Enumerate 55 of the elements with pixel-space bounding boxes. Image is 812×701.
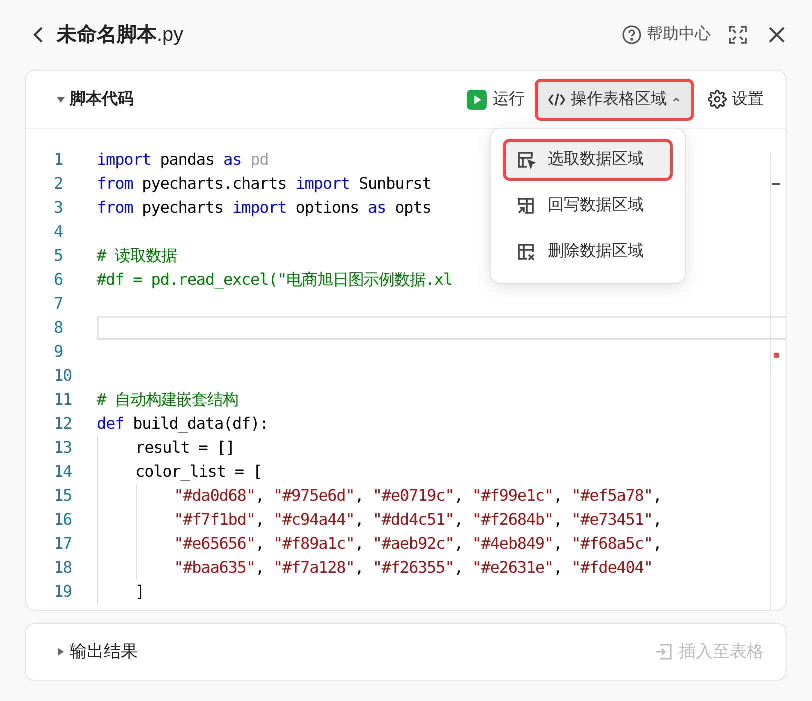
table-x-icon bbox=[516, 242, 536, 262]
line-number: 8 bbox=[53, 317, 64, 339]
code-text: def build_data(df): bbox=[97, 413, 269, 435]
settings-icon bbox=[708, 90, 727, 109]
code-text: # 自动构建嵌套结构 bbox=[97, 389, 238, 411]
table-cursor-icon bbox=[516, 150, 536, 170]
table-arrow-icon bbox=[516, 196, 536, 216]
code-text: # 读取数据 bbox=[97, 245, 177, 267]
code-text: ] bbox=[136, 581, 145, 603]
collapse-toggle[interactable]: 脚本代码 bbox=[56, 88, 134, 112]
menu-item[interactable]: 回写数据区域 bbox=[503, 185, 673, 227]
triangle-icon bbox=[56, 94, 66, 104]
line-number: 13 bbox=[53, 437, 74, 459]
window-title: 未命名脚本.py bbox=[57, 23, 184, 48]
line-number: 5 bbox=[53, 245, 64, 267]
menu-item[interactable]: 选取数据区域 bbox=[503, 139, 673, 181]
line-number: 11 bbox=[53, 389, 74, 411]
line-number: 7 bbox=[53, 293, 64, 315]
code-text: from pyecharts import options as opts bbox=[97, 197, 432, 219]
line-number: 6 bbox=[53, 269, 64, 291]
help-icon bbox=[622, 25, 642, 45]
insert-icon bbox=[655, 643, 673, 661]
line-number: 4 bbox=[53, 221, 64, 243]
line-number: 16 bbox=[53, 509, 74, 531]
code-text: color_list = [ bbox=[136, 461, 262, 483]
caret-icon bbox=[672, 95, 681, 104]
line-number: 17 bbox=[53, 533, 74, 555]
line-number: 10 bbox=[53, 365, 74, 387]
collapse-toggle[interactable]: 输出结果 bbox=[56, 639, 138, 665]
code-text: import pandas as pd bbox=[97, 149, 269, 171]
code-text: "#da0d68", "#975e6d", "#e0719c", "#f99e1c", "#ef5a78", bbox=[174, 485, 662, 507]
play-icon bbox=[467, 90, 487, 110]
line-number: 1 bbox=[53, 149, 64, 171]
code-text: from pyecharts.charts import Sunburst bbox=[97, 173, 432, 195]
fullscreen-icon[interactable] bbox=[728, 25, 748, 45]
line-number: 2 bbox=[53, 173, 64, 195]
help-link[interactable]: 帮助中心 bbox=[622, 23, 711, 47]
line-number: 19 bbox=[53, 581, 74, 603]
code-text: #df = pd.read_excel("电商旭日图示例数据.xl bbox=[97, 269, 452, 291]
code-text: "#e65656", "#f89a1c", "#aeb92c", "#4eb849", "#f68a5c", bbox=[174, 533, 662, 555]
triangle-icon bbox=[56, 647, 66, 657]
line-number: 3 bbox=[53, 197, 64, 219]
line-number: 9 bbox=[53, 341, 64, 363]
close-icon[interactable] bbox=[768, 26, 786, 44]
menu-item[interactable]: 删除数据区域 bbox=[503, 231, 673, 273]
operate-region-dropdown[interactable]: 操作表格区域 bbox=[535, 78, 694, 120]
line-number: 18 bbox=[53, 557, 74, 579]
line-number: 12 bbox=[53, 413, 74, 435]
run-button[interactable]: 运行 bbox=[467, 88, 525, 112]
settings-button[interactable]: 设置 bbox=[708, 88, 764, 112]
code-text: "#baa635", "#f7a128", "#f26355", "#e2631e", "#fde404" bbox=[174, 557, 653, 579]
line-number: 14 bbox=[53, 461, 74, 483]
code-text: "#f7f1bd", "#c94a44", "#dd4c51", "#f2684b", "#e73451", bbox=[174, 509, 662, 531]
code-text: result = [] bbox=[136, 437, 235, 459]
line-number: 15 bbox=[53, 485, 74, 507]
